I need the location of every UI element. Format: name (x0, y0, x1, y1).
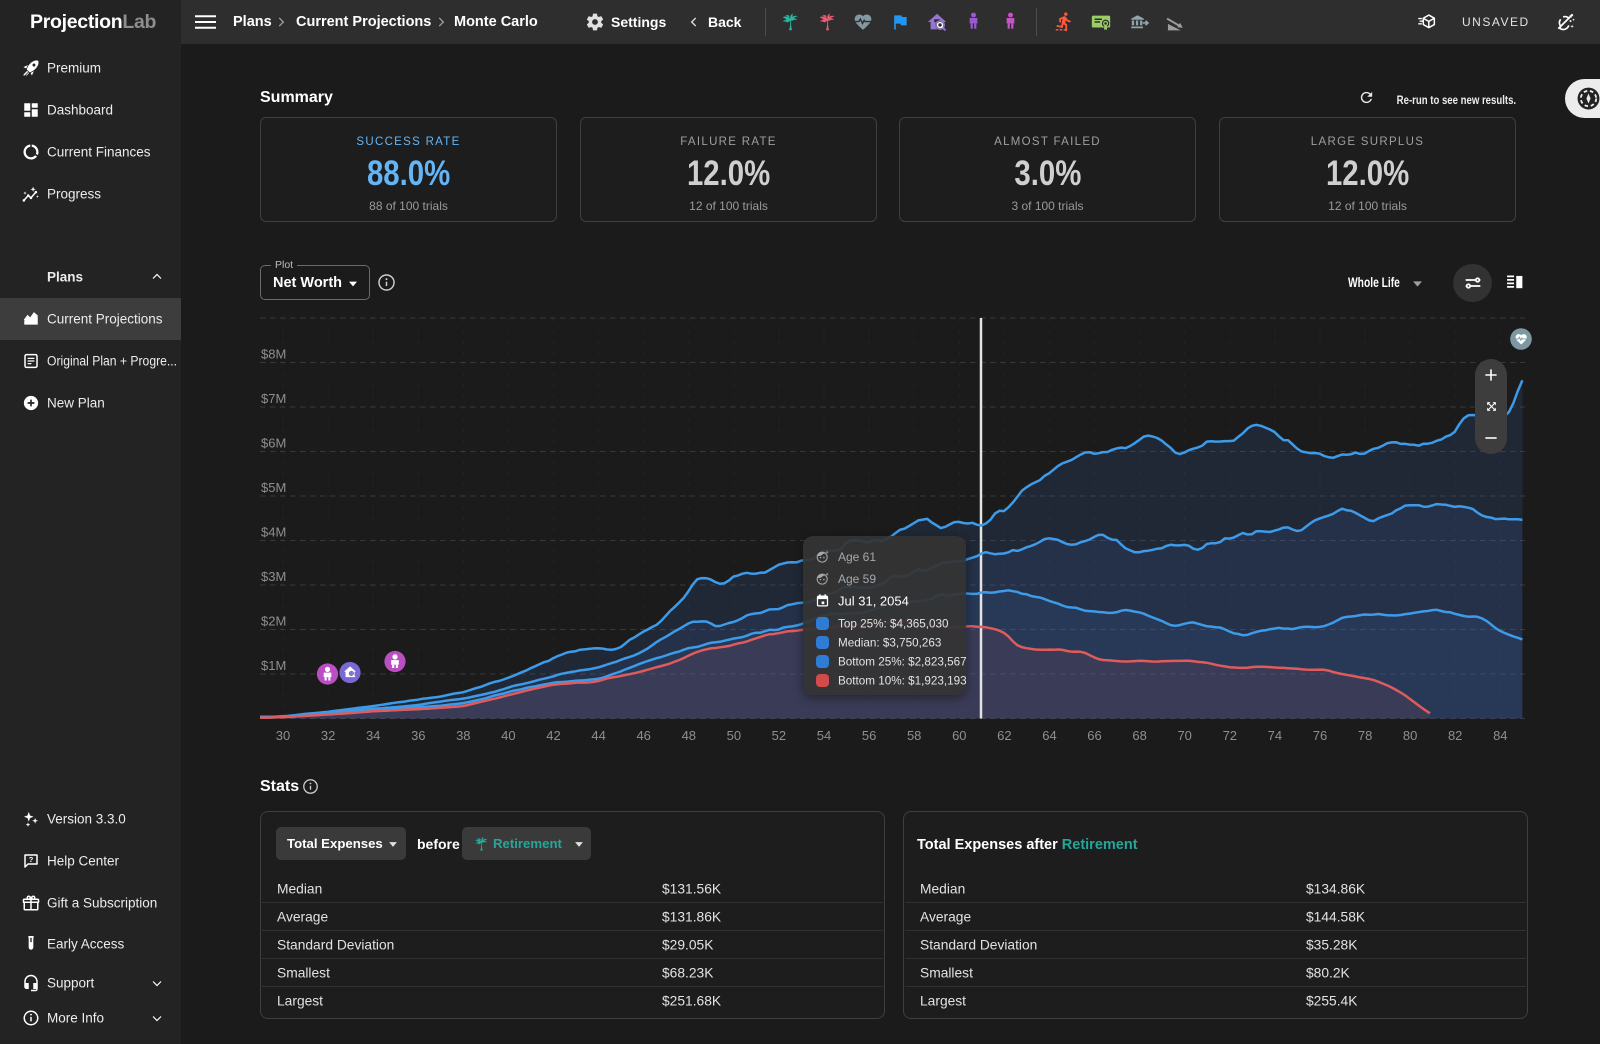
svg-text:60: 60 (952, 728, 966, 743)
svg-text:50: 50 (727, 728, 741, 743)
svg-text:38: 38 (456, 728, 470, 743)
svg-text:52: 52 (772, 728, 786, 743)
svg-text:82: 82 (1448, 728, 1462, 743)
svg-text:$8M: $8M (261, 347, 286, 362)
svg-text:34: 34 (366, 728, 380, 743)
svg-text:30: 30 (276, 728, 290, 743)
svg-text:80: 80 (1403, 728, 1417, 743)
svg-text:$2M: $2M (261, 614, 286, 629)
svg-text:64: 64 (1042, 728, 1056, 743)
svg-text:56: 56 (862, 728, 876, 743)
svg-text:?: ? (29, 855, 34, 864)
svg-text:48: 48 (682, 728, 696, 743)
svg-text:$7M: $7M (261, 391, 286, 406)
svg-text:32: 32 (321, 728, 335, 743)
svg-text:84: 84 (1493, 728, 1507, 743)
svg-text:42: 42 (546, 728, 560, 743)
svg-text:62: 62 (997, 728, 1011, 743)
svg-text:$6M: $6M (261, 436, 286, 451)
svg-text:54: 54 (817, 728, 831, 743)
svg-text:$5M: $5M (261, 480, 286, 495)
svg-text:36: 36 (411, 728, 425, 743)
svg-text:66: 66 (1087, 728, 1101, 743)
svg-text:40: 40 (501, 728, 515, 743)
svg-text:70: 70 (1177, 728, 1191, 743)
svg-text:78: 78 (1358, 728, 1372, 743)
svg-text:72: 72 (1223, 728, 1237, 743)
svg-text:76: 76 (1313, 728, 1327, 743)
svg-text:44: 44 (591, 728, 605, 743)
svg-text:$1M: $1M (261, 658, 286, 673)
svg-text:$4M: $4M (261, 525, 286, 540)
svg-text:58: 58 (907, 728, 921, 743)
svg-text:$3M: $3M (261, 569, 286, 584)
svg-text:46: 46 (636, 728, 650, 743)
svg-text:74: 74 (1268, 728, 1282, 743)
svg-text:68: 68 (1132, 728, 1146, 743)
